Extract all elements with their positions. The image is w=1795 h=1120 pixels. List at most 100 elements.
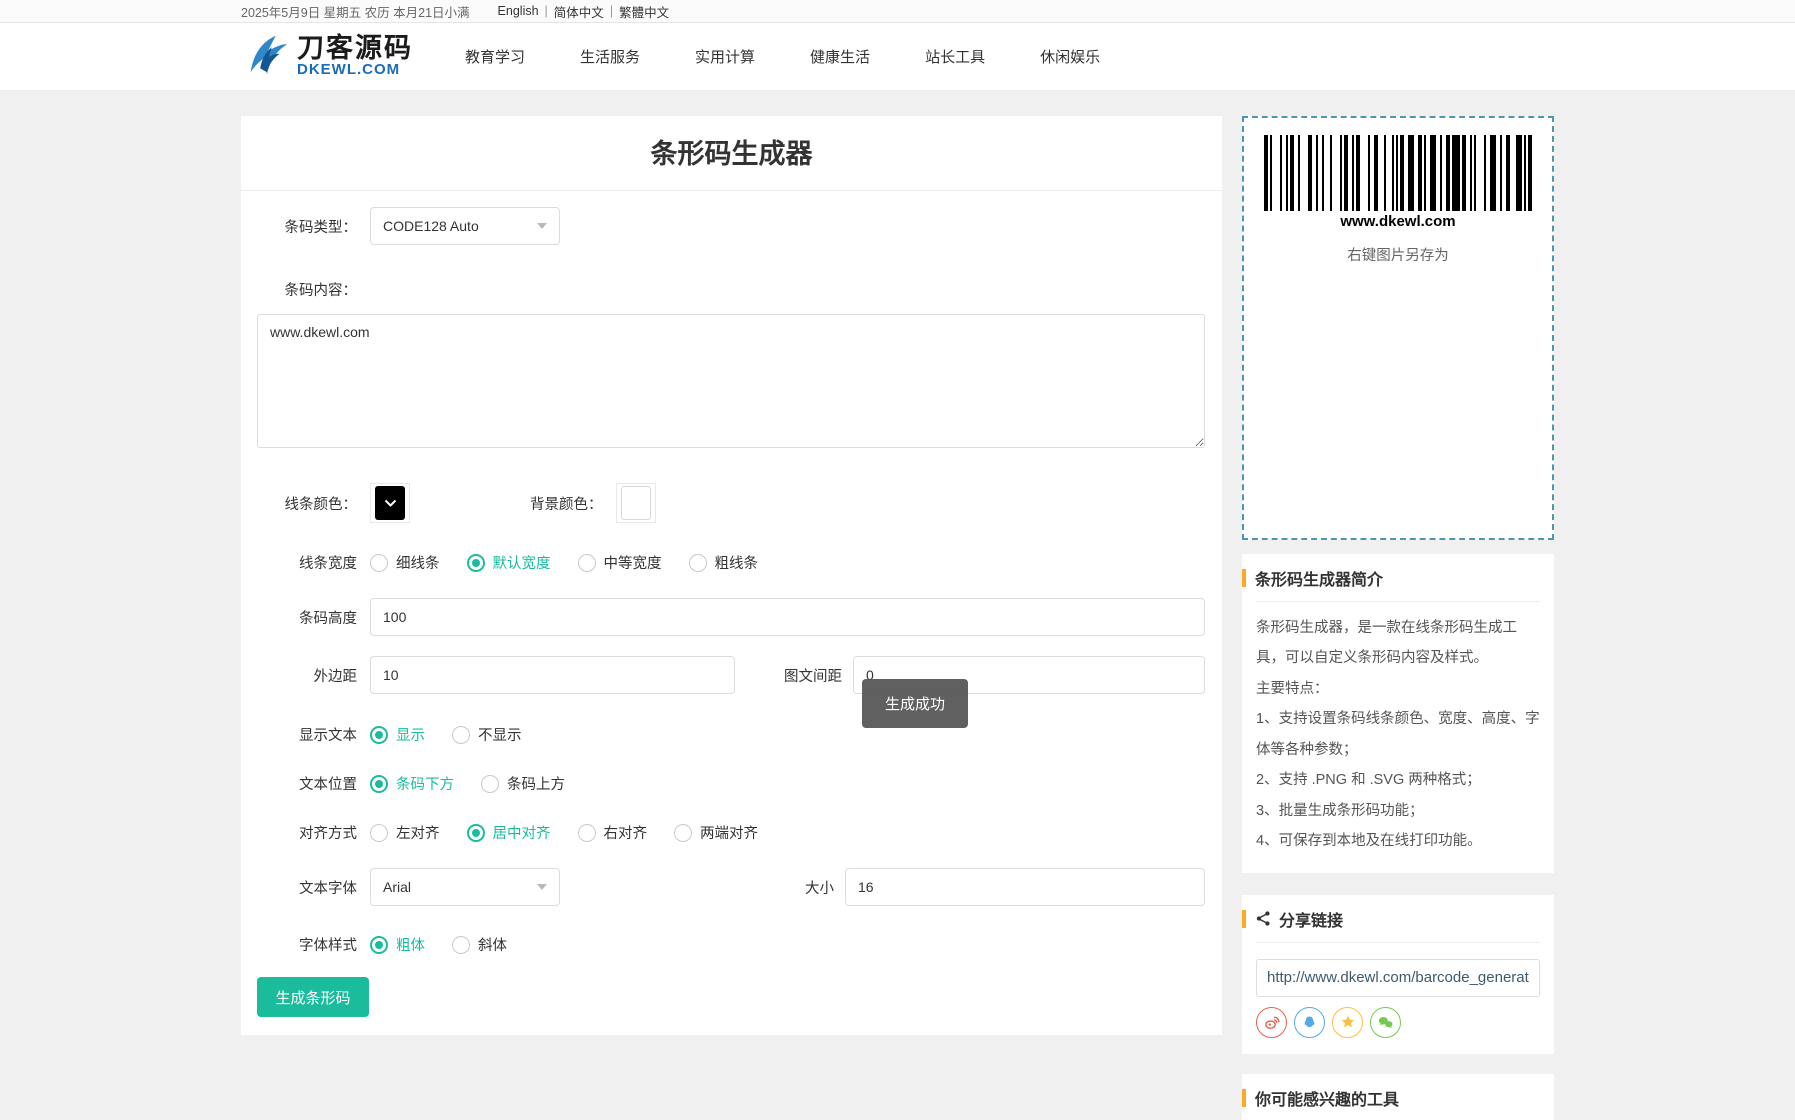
share-card: 分享链接 xyxy=(1242,895,1554,1054)
size-input[interactable] xyxy=(845,868,1205,906)
radio-icon xyxy=(452,726,470,744)
barcode-content-textarea[interactable]: www.dkewl.com xyxy=(257,314,1205,448)
bar-height-input[interactable] xyxy=(370,598,1205,636)
line-width-option-3[interactable]: 粗线条 xyxy=(689,552,759,573)
radio-icon xyxy=(370,554,388,572)
align-radio-group: 左对齐 居中对齐 右对齐 两端对齐 xyxy=(370,822,785,843)
section-accent-bar xyxy=(1242,910,1246,928)
intro-line-1: 主要特点： xyxy=(1256,674,1540,704)
bg-color-label: 背景颜色： xyxy=(530,493,603,514)
radio-icon xyxy=(674,824,692,842)
radio-icon xyxy=(578,554,596,572)
align-option-0[interactable]: 左对齐 xyxy=(370,822,440,843)
barcode-image[interactable]: www.dkewl.com xyxy=(1264,135,1532,230)
intro-title: 条形码生成器简介 xyxy=(1255,566,1383,590)
chevron-down-icon xyxy=(384,499,397,508)
line-width-option-0[interactable]: 细线条 xyxy=(370,552,440,573)
line-width-radio-group: 细线条 默认宽度 中等宽度 粗线条 xyxy=(370,552,785,573)
radio-label: 显示 xyxy=(396,724,425,745)
lang-link-1[interactable]: 简体中文 xyxy=(554,2,604,21)
font-style-option-1[interactable]: 斜体 xyxy=(452,934,507,955)
font-select[interactable]: Arial xyxy=(370,868,560,906)
section-accent-bar xyxy=(1242,1089,1246,1107)
share-icon xyxy=(1255,910,1272,927)
site-logo[interactable]: 刀客源码 DKEWL.COM xyxy=(241,30,413,83)
chevron-down-icon xyxy=(537,884,547,890)
qq-icon[interactable] xyxy=(1294,1007,1325,1038)
intro-line-3: 2、支持 .PNG 和 .SVG 两种格式； xyxy=(1256,765,1540,795)
logo-subtitle: DKEWL.COM xyxy=(297,62,413,79)
margin-input[interactable] xyxy=(370,656,735,694)
radio-icon xyxy=(578,824,596,842)
intro-line-4: 3、批量生成条形码功能； xyxy=(1256,796,1540,826)
wechat-icon[interactable] xyxy=(1370,1007,1401,1038)
text-pos-option-0[interactable]: 条码下方 xyxy=(370,773,454,794)
font-value: Arial xyxy=(383,879,411,895)
qzone-icon[interactable] xyxy=(1332,1007,1363,1038)
radio-label: 右对齐 xyxy=(604,822,648,843)
barcode-generator-card: 条形码生成器 条码类型： CODE128 Auto 条码内容： www.dkew… xyxy=(241,116,1222,1035)
text-pos-option-1[interactable]: 条码上方 xyxy=(481,773,565,794)
bg-color-picker[interactable] xyxy=(616,483,656,523)
radio-label: 居中对齐 xyxy=(493,822,551,843)
text-pos-label: 文本位置 xyxy=(257,773,357,794)
nav-item-3[interactable]: 健康生活 xyxy=(800,38,880,75)
site-header: 刀客源码 DKEWL.COM 教育学习生活服务实用计算健康生活站长工具休闲娱乐 xyxy=(0,23,1795,91)
align-option-2[interactable]: 右对齐 xyxy=(578,822,648,843)
chevron-down-icon xyxy=(537,223,547,229)
barcode-preview-box: www.dkewl.com 右键图片另存为 xyxy=(1242,116,1554,540)
logo-title: 刀客源码 xyxy=(297,35,413,62)
line-color-label: 线条颜色： xyxy=(257,493,357,514)
align-option-3[interactable]: 两端对齐 xyxy=(674,822,758,843)
align-option-1[interactable]: 居中对齐 xyxy=(467,822,551,843)
font-label: 文本字体 xyxy=(257,877,357,898)
show-text-option-1[interactable]: 不显示 xyxy=(452,724,522,745)
lang-link-0[interactable]: English xyxy=(498,4,539,18)
barcode-bars xyxy=(1264,135,1532,211)
language-switcher: English|简体中文|繁體中文 xyxy=(498,2,670,21)
weibo-icon[interactable] xyxy=(1256,1007,1287,1038)
line-width-option-2[interactable]: 中等宽度 xyxy=(578,552,662,573)
radio-icon xyxy=(467,554,485,572)
radio-label: 斜体 xyxy=(478,934,507,955)
font-style-option-0[interactable]: 粗体 xyxy=(370,934,425,955)
nav-item-4[interactable]: 站长工具 xyxy=(915,38,995,75)
tools-card: 你可能感兴趣的工具 创建网页快...商品条码查询LED滚动文...诗文起名在线闹… xyxy=(1242,1074,1554,1120)
radio-icon xyxy=(370,775,388,793)
radio-icon xyxy=(452,936,470,954)
line-color-picker[interactable] xyxy=(370,483,410,523)
nav-item-1[interactable]: 生活服务 xyxy=(570,38,650,75)
generate-button[interactable]: 生成条形码 xyxy=(257,977,369,1017)
lang-link-2[interactable]: 繁體中文 xyxy=(619,2,669,21)
radio-label: 条码上方 xyxy=(507,773,565,794)
radio-label: 细线条 xyxy=(396,552,440,573)
radio-label: 粗线条 xyxy=(715,552,759,573)
page-title: 条形码生成器 xyxy=(241,116,1222,191)
main-nav: 教育学习生活服务实用计算健康生活站长工具休闲娱乐 xyxy=(455,38,1145,75)
intro-card: 条形码生成器简介 条形码生成器，是一款在线条形码生成工具，可以自定义条形码内容及… xyxy=(1242,554,1554,873)
align-label: 对齐方式 xyxy=(257,822,357,843)
radio-label: 左对齐 xyxy=(396,822,440,843)
barcode-type-select[interactable]: CODE128 Auto xyxy=(370,207,560,245)
top-bar: 2025年5月9日 星期五 农历 本月21日小满 English|简体中文|繁體… xyxy=(0,0,1795,23)
nav-item-5[interactable]: 休闲娱乐 xyxy=(1030,38,1110,75)
barcode-type-value: CODE128 Auto xyxy=(383,218,479,234)
save-hint-text: 右键图片另存为 xyxy=(1244,244,1552,265)
nav-item-2[interactable]: 实用计算 xyxy=(685,38,765,75)
gap-label: 图文间距 xyxy=(780,665,842,686)
share-url-input[interactable] xyxy=(1256,959,1540,997)
show-text-option-0[interactable]: 显示 xyxy=(370,724,425,745)
radio-icon xyxy=(467,824,485,842)
nav-item-0[interactable]: 教育学习 xyxy=(455,38,535,75)
bar-height-label: 条码高度 xyxy=(257,607,357,628)
intro-line-0: 条形码生成器，是一款在线条形码生成工具，可以自定义条形码内容及样式。 xyxy=(1256,613,1540,674)
intro-line-2: 1、支持设置条码线条颜色、宽度、高度、字体等各种参数； xyxy=(1256,704,1540,765)
logo-icon xyxy=(241,30,291,83)
section-accent-bar xyxy=(1242,569,1246,587)
barcode-caption: www.dkewl.com xyxy=(1264,213,1532,230)
radio-label: 中等宽度 xyxy=(604,552,662,573)
show-text-radio-group: 显示 不显示 xyxy=(370,724,549,745)
line-width-option-1[interactable]: 默认宽度 xyxy=(467,552,551,573)
radio-icon xyxy=(370,824,388,842)
radio-label: 默认宽度 xyxy=(493,552,551,573)
